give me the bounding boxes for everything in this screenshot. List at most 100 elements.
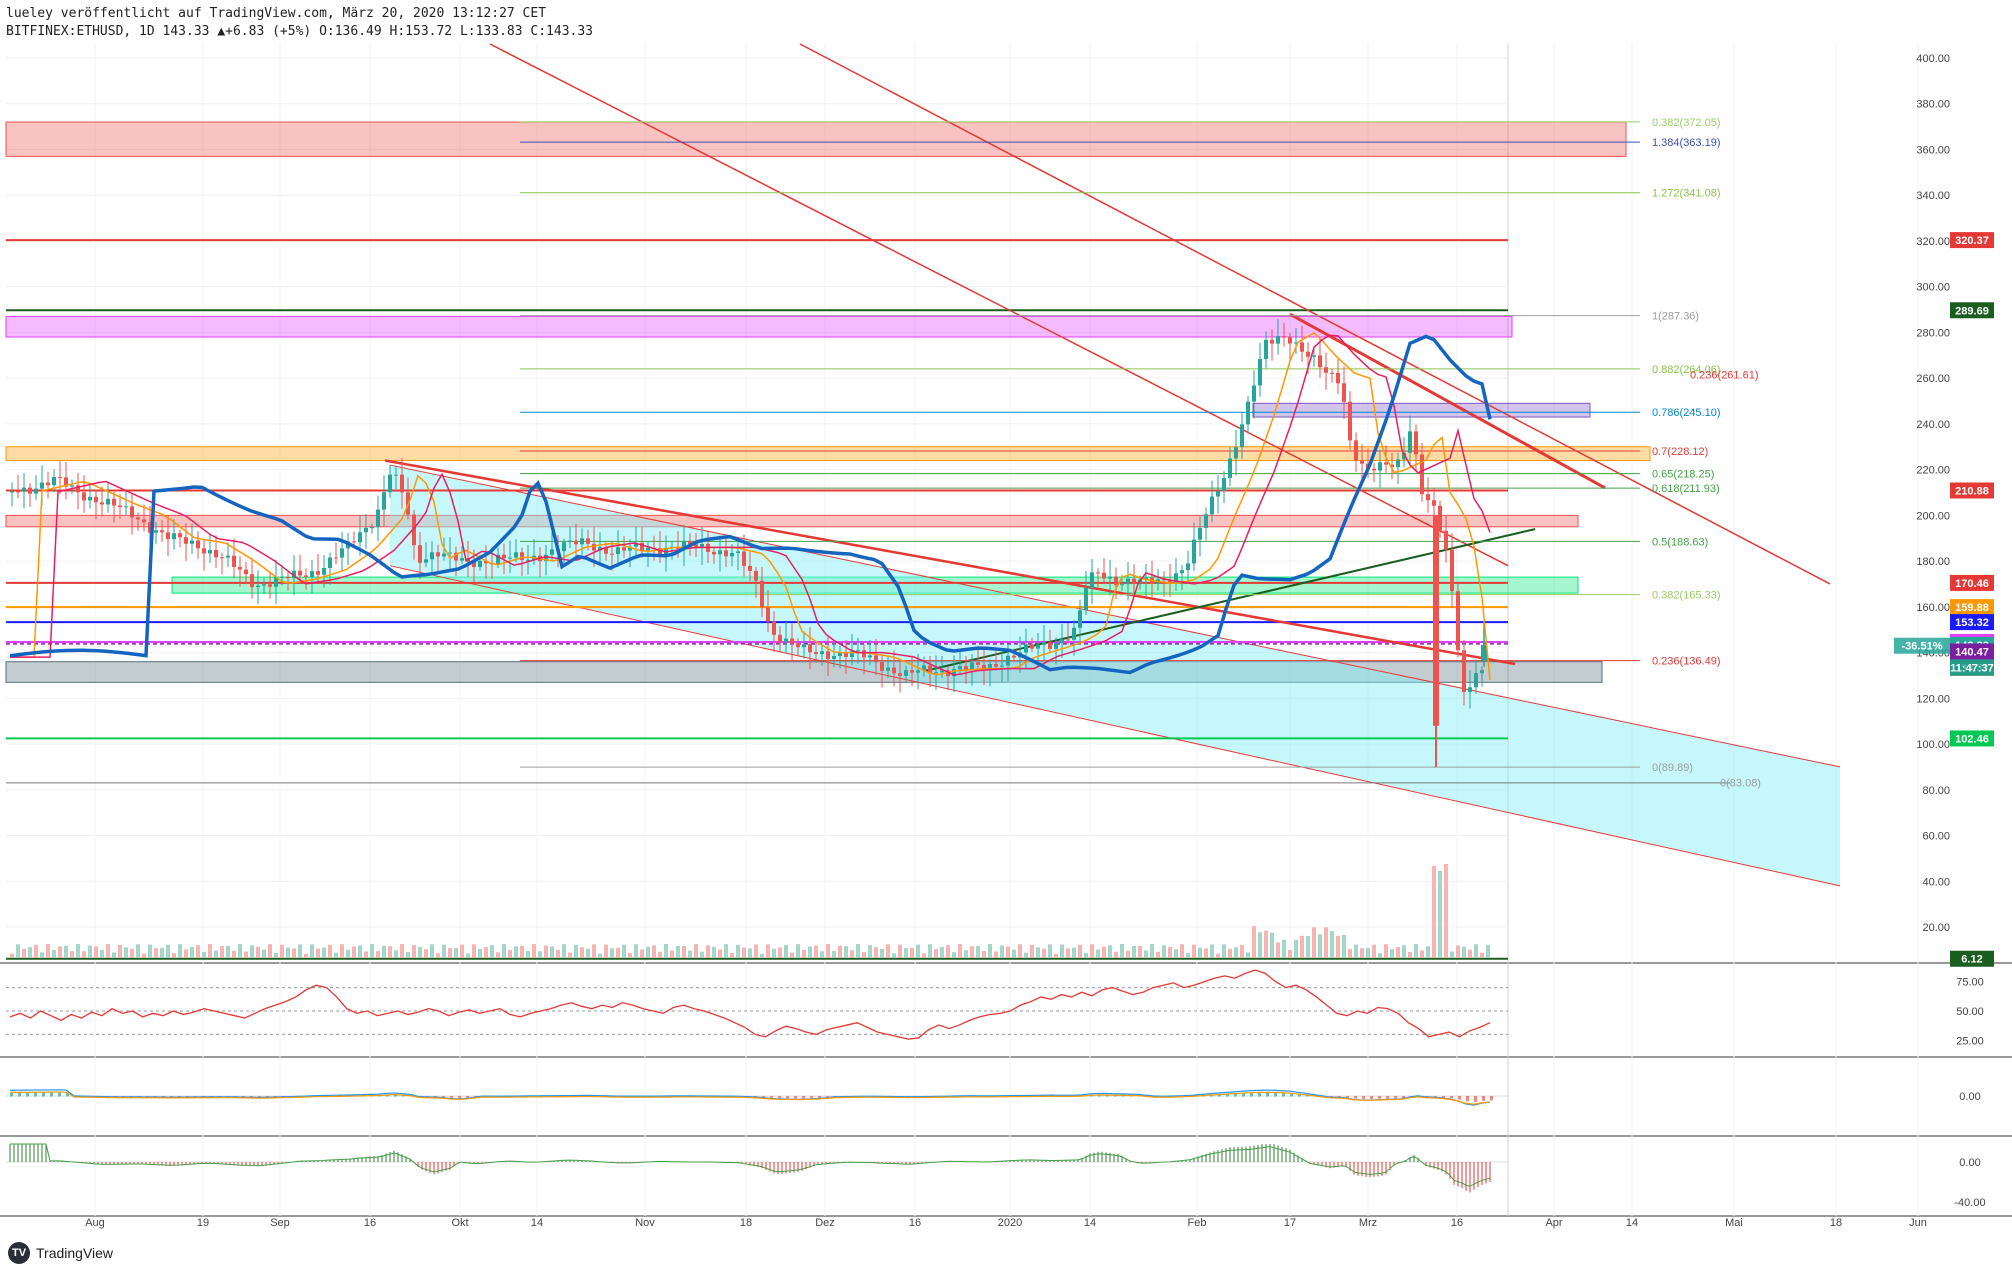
extra-tag-label: 11:47:37 [1950,662,1993,674]
volume-bar [1306,935,1310,958]
candle-body [1312,355,1316,357]
volume-bar [1108,945,1112,958]
chart-canvas[interactable]: Aug 19 Sep 16 Okt 14 Nov 18 Dez 16 2020 14 Feb 17 Mrz 1… [0,0,2012,1272]
volume-bar [124,947,128,958]
volume-bar [442,944,446,958]
volume-bar [952,952,956,958]
volume-bar [592,944,596,958]
x-tick-label: Feb [1188,1217,1207,1229]
macd-histogram-bar [1474,1096,1477,1102]
y-tick-label: 360.00 [1916,144,1950,156]
volume-bar [982,950,986,958]
volume-bar [1282,939,1286,958]
fib-label: 0.5(188.63) [1652,536,1708,548]
volume-bar [166,944,170,958]
volume-bar [1312,927,1316,958]
volume-bar [10,953,14,958]
candle-body [610,553,614,555]
volume-bar [322,947,326,958]
x-tick-label: Mrz [1359,1217,1377,1229]
volume-bar [1216,953,1220,958]
candle-body [334,557,338,559]
candle-body [796,643,800,648]
macd-histogram-bar [1250,1092,1253,1097]
volume-bar [1078,944,1082,958]
macd-histogram-bar [794,1096,797,1099]
volume-bar [538,951,542,958]
candle-body [394,474,398,476]
candle-body [970,662,974,670]
candle-body [1300,342,1304,352]
price-tag-label: 170.46 [1955,578,1989,590]
volume-bar [34,945,38,958]
tradingview-brand[interactable]: TV TradingView [8,1242,113,1264]
macd-histogram-bar [58,1092,61,1097]
volume-bar [1360,948,1364,958]
candle-body [916,670,920,673]
candle-body [1006,655,1010,666]
candle-body [550,549,554,555]
x-tick-label: 18 [740,1217,752,1229]
candle-body [862,650,866,658]
candle-body [1432,500,1436,506]
x-tick-label: Dez [815,1217,835,1229]
volume-bar [364,951,368,958]
candle-body [202,548,206,554]
volume-bar [1240,944,1244,958]
volume-bar [832,950,836,958]
volume-bar [142,953,146,958]
volume-bar [754,944,758,958]
candle-body [1216,491,1220,497]
candle-body [1234,447,1238,459]
candle-body [1396,459,1400,468]
candle-body [910,670,914,673]
candle-body [1318,355,1322,368]
volume-bar [1396,946,1400,958]
candle-body [1468,687,1472,692]
volume-bar [1384,944,1388,958]
y-tick-label: 280.00 [1916,327,1950,339]
candle-body [1222,477,1226,492]
macd-histogram-bar [770,1096,773,1098]
volume-bar [736,944,740,958]
volume-bar [310,944,314,958]
price-tag-label: 210.88 [1955,485,1989,497]
candle-body [376,509,380,528]
candle-body [1000,665,1004,667]
volume-bar [712,946,716,958]
candle-body [298,570,302,576]
volume-bar [214,950,218,958]
volume-bar [1234,947,1238,958]
volume-bar [334,952,338,958]
hist-tick-label: -40.00 [1954,1197,1985,1209]
volume-bar [502,944,506,958]
candle-body [316,571,320,575]
volume-bar [1372,944,1376,958]
x-tick-label: Sep [270,1217,290,1229]
volume-bar [910,948,914,958]
candle-body [502,554,506,559]
macd-histogram-bar [42,1092,45,1097]
volume-bar [394,950,398,958]
y-tick-label: 380.00 [1916,99,1950,111]
candle-body [592,543,596,551]
fib-label: 0.382(165.33) [1652,590,1721,602]
volume-bar [748,948,752,958]
candle-body [166,532,170,540]
volume-bar [1342,935,1346,958]
volume-bar [160,947,164,958]
volume-bar [604,944,608,958]
volume-bar [52,949,56,958]
candle-body [868,655,872,658]
candle-body [1270,339,1274,344]
volume-bar [1366,947,1370,958]
volume-bar [1300,935,1304,958]
volume-bar [508,950,512,958]
volume-bar [352,946,356,958]
volume-bar [184,949,188,958]
candle-body [958,666,962,670]
candle-body [760,580,764,608]
candle-body [178,533,182,538]
candle-body [154,530,158,533]
volume-bar [490,945,494,958]
